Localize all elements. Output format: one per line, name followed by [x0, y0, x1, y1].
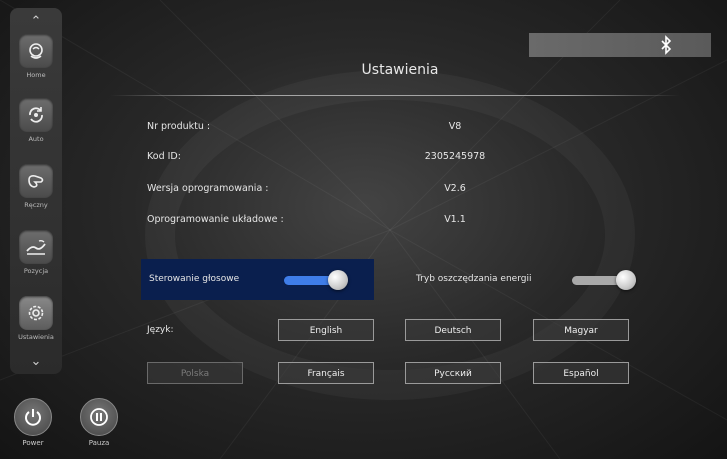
energy-saving-toggle[interactable] — [572, 270, 636, 290]
pause-label: Pauza — [88, 439, 110, 447]
sidebar-item-home[interactable]: Home — [16, 34, 56, 94]
pause-button[interactable]: Pauza — [79, 398, 119, 450]
pause-icon — [80, 398, 118, 436]
firmware-label: Oprogramowanie układowe : — [147, 214, 284, 225]
voice-control-label: Sterowanie głosowe — [149, 274, 240, 284]
language-russian-button[interactable]: Русский — [405, 362, 501, 384]
power-label: Power — [22, 439, 44, 447]
id-code-value: 2305245978 — [424, 151, 486, 162]
language-polska-button[interactable]: Polska — [147, 362, 243, 384]
bluetooth-icon[interactable] — [658, 35, 674, 55]
gear-icon — [19, 296, 53, 330]
power-button[interactable]: Power — [13, 398, 53, 450]
toggle-knob — [616, 270, 636, 290]
language-espanol-button[interactable]: Español — [533, 362, 629, 384]
sidebar: ⌃ Home Auto Ręczny Pozycja Ustawienia ⌄ — [10, 8, 62, 374]
sidebar-item-label: Ręczny — [24, 201, 48, 209]
sidebar-item-settings[interactable]: Ustawienia — [16, 296, 56, 356]
sidebar-item-label: Ustawienia — [18, 333, 54, 341]
language-english-button[interactable]: English — [278, 319, 374, 341]
status-bar — [529, 33, 711, 57]
chevron-up-icon[interactable]: ⌃ — [20, 14, 52, 30]
firmware-value: V1.1 — [444, 214, 466, 225]
auto-cycle-icon — [19, 98, 53, 132]
sidebar-item-manual[interactable]: Ręczny — [16, 164, 56, 224]
sidebar-item-label: Home — [26, 71, 46, 79]
sidebar-item-label: Pozycja — [23, 267, 49, 275]
language-deutsch-button[interactable]: Deutsch — [405, 319, 501, 341]
energy-saving-label: Tryb oszczędzania energii — [416, 274, 532, 284]
sidebar-item-auto[interactable]: Auto — [16, 98, 56, 158]
page-title: Ustawienia — [361, 62, 439, 78]
hand-icon — [19, 164, 53, 198]
software-version-value: V2.6 — [444, 183, 466, 194]
language-label: Język: — [147, 325, 174, 335]
product-number-label: Nr produktu : — [147, 121, 211, 132]
software-version-label: Wersja oprogramowania : — [147, 183, 269, 194]
product-number-value: V8 — [448, 121, 462, 132]
recline-position-icon — [19, 230, 53, 264]
sidebar-item-position[interactable]: Pozycja — [16, 230, 56, 290]
voice-control-toggle[interactable] — [284, 270, 348, 290]
title-divider — [110, 95, 680, 96]
toggle-knob — [328, 270, 348, 290]
power-icon — [14, 398, 52, 436]
language-francais-button[interactable]: Français — [278, 362, 374, 384]
id-code-label: Kod ID: — [147, 151, 181, 162]
language-magyar-button[interactable]: Magyar — [533, 319, 629, 341]
chevron-down-icon[interactable]: ⌄ — [20, 354, 52, 370]
sidebar-item-label: Auto — [28, 135, 44, 143]
home-swirl-icon — [19, 34, 53, 68]
